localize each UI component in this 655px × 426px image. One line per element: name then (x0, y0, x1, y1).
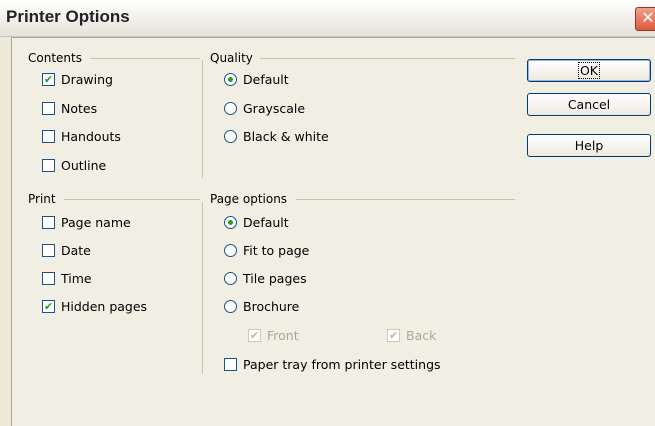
paper-tray-checkbox[interactable]: Paper tray from printer settings (224, 357, 441, 372)
front-check-icon: ✔ (248, 329, 261, 342)
ok-button-label: OK (577, 62, 601, 79)
drawing-check-icon: ✔ (42, 73, 55, 86)
page-default-radio-dot (224, 216, 237, 229)
quality-bw-radio[interactable]: Black & white (224, 129, 329, 144)
notes-checkbox-box (42, 102, 55, 115)
quality-bw-radio-dot (224, 130, 237, 143)
contents-separator (90, 58, 200, 59)
title-bar[interactable]: Printer Options ✕ (0, 0, 655, 37)
dialog-body: Contents ✔ Drawing Notes Handouts Outlin… (11, 37, 655, 426)
dialog-title: Printer Options (6, 7, 130, 26)
fit-to-page-radio-dot (224, 244, 237, 257)
page-options-separator (296, 199, 515, 200)
time-checkbox[interactable]: Time (42, 271, 92, 286)
fit-to-page-radio[interactable]: Fit to page (224, 243, 309, 258)
cancel-button-label: Cancel (567, 97, 611, 112)
page-name-checkbox[interactable]: Page name (42, 215, 131, 230)
quality-grayscale-label: Grayscale (243, 101, 306, 116)
print-group-label: Print (28, 192, 56, 206)
brochure-radio[interactable]: Brochure (224, 299, 299, 314)
quality-default-radio[interactable]: Default (224, 72, 289, 87)
vertical-separator-bottom (202, 202, 203, 374)
cancel-button[interactable]: Cancel (527, 93, 651, 116)
fit-to-page-label: Fit to page (243, 243, 310, 258)
page-default-radio[interactable]: Default (224, 215, 289, 230)
help-button[interactable]: Help (527, 134, 651, 157)
contents-group-label: Contents (28, 51, 82, 65)
close-icon[interactable]: ✕ (635, 7, 655, 31)
handouts-checkbox-box (42, 130, 55, 143)
notes-label: Notes (61, 101, 98, 116)
back-label: Back (406, 328, 437, 343)
front-checkbox[interactable]: ✔ Front (248, 328, 299, 343)
page-name-label: Page name (61, 215, 131, 230)
tile-pages-label: Tile pages (243, 271, 307, 286)
date-label: Date (61, 243, 91, 258)
quality-separator (260, 58, 515, 59)
drawing-label: Drawing (61, 72, 113, 87)
handouts-label: Handouts (61, 129, 121, 144)
brochure-radio-dot (224, 300, 237, 313)
hidden-pages-label: Hidden pages (61, 299, 148, 314)
page-options-group-label: Page options (210, 192, 288, 206)
quality-bw-label: Black & white (243, 129, 329, 144)
handouts-checkbox[interactable]: Handouts (42, 129, 121, 144)
ok-button[interactable]: OK (527, 59, 651, 82)
tile-pages-radio[interactable]: Tile pages (224, 271, 307, 286)
quality-default-label: Default (243, 72, 289, 87)
quality-group-label: Quality (210, 51, 253, 65)
outline-checkbox-box (42, 159, 55, 172)
brochure-label: Brochure (243, 299, 300, 314)
page-default-label: Default (243, 215, 289, 230)
hidden-pages-check-icon: ✔ (42, 300, 55, 313)
date-checkbox[interactable]: Date (42, 243, 91, 258)
hidden-pages-checkbox[interactable]: ✔ Hidden pages (42, 299, 147, 314)
back-checkbox[interactable]: ✔ Back (387, 328, 436, 343)
time-label: Time (61, 271, 92, 286)
page-name-checkbox-box (42, 216, 55, 229)
print-separator (64, 199, 200, 200)
paper-tray-checkbox-box (224, 358, 237, 371)
quality-grayscale-radio-dot (224, 102, 237, 115)
front-label: Front (267, 328, 299, 343)
quality-grayscale-radio[interactable]: Grayscale (224, 101, 305, 116)
quality-default-radio-dot (224, 73, 237, 86)
outline-checkbox[interactable]: Outline (42, 158, 106, 173)
printer-options-dialog: Printer Options ✕ Contents ✔ Drawing Not… (0, 0, 655, 426)
paper-tray-label: Paper tray from printer settings (243, 357, 441, 372)
help-button-label: Help (574, 138, 604, 153)
outline-label: Outline (61, 158, 107, 173)
date-checkbox-box (42, 244, 55, 257)
drawing-checkbox[interactable]: ✔ Drawing (42, 72, 113, 87)
tile-pages-radio-dot (224, 272, 237, 285)
notes-checkbox[interactable]: Notes (42, 101, 97, 116)
time-checkbox-box (42, 272, 55, 285)
vertical-separator-top (202, 60, 203, 178)
back-check-icon: ✔ (387, 329, 400, 342)
